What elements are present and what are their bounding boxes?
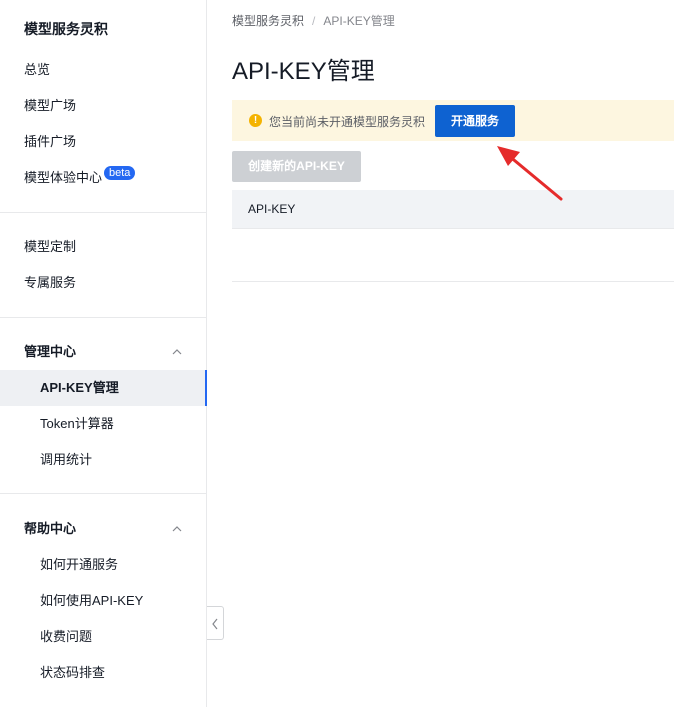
table-divider (232, 281, 674, 282)
breadcrumb-current: API-KEY管理 (323, 14, 395, 28)
sidebar-item-billing-faq[interactable]: 收费问题 (0, 619, 206, 655)
sidebar-item-token-calculator[interactable]: Token计算器 (0, 406, 206, 442)
beta-badge: beta (104, 166, 136, 180)
sidebar-divider (0, 317, 207, 318)
sidebar-item-api-key[interactable]: API-KEY管理 (0, 370, 207, 406)
activation-notice: 您当前尚未开通模型服务灵积 开通服务 (232, 100, 674, 141)
sidebar-divider (0, 493, 207, 494)
sidebar-item-status-code[interactable]: 状态码排查 (0, 655, 206, 691)
sidebar-item-label: 模型体验中心 (24, 170, 103, 185)
sidebar-group-label: 帮助中心 (24, 521, 77, 536)
sidebar: 模型服务灵积 总览 模型广场 插件广场 模型体验中心 beta 模型定制 专属服务… (0, 0, 207, 707)
create-api-key-button[interactable]: 创建新的API-KEY (232, 151, 361, 182)
chevron-up-icon (172, 349, 182, 355)
sidebar-item-how-to-activate[interactable]: 如何开通服务 (0, 547, 206, 583)
column-header-api-key: API-KEY (248, 202, 296, 216)
page-title: API-KEY管理 (232, 58, 375, 85)
breadcrumb-separator: / (312, 14, 316, 28)
sidebar-item-model-custom[interactable]: 模型定制 (0, 229, 206, 265)
annotation-arrow-icon (497, 146, 563, 201)
sidebar-group-label: 管理中心 (24, 344, 77, 359)
sidebar-item-how-to-use-api-key[interactable]: 如何使用API-KEY (0, 583, 206, 619)
sidebar-item-model-experience[interactable]: 模型体验中心 beta (0, 160, 206, 196)
activate-service-button[interactable]: 开通服务 (435, 105, 515, 137)
sidebar-group-manage[interactable]: 管理中心 (0, 334, 206, 370)
sidebar-title: 模型服务灵积 (24, 21, 108, 37)
chevron-up-icon (172, 526, 182, 532)
sidebar-divider (0, 212, 207, 213)
sidebar-item-usage-stats[interactable]: 调用统计 (0, 442, 206, 478)
chevron-left-icon (212, 618, 218, 630)
sidebar-item-plugin-plaza[interactable]: 插件广场 (0, 124, 206, 160)
sidebar-group-help[interactable]: 帮助中心 (0, 511, 206, 547)
api-key-table-header: API-KEY (232, 190, 674, 229)
breadcrumb-root[interactable]: 模型服务灵积 (232, 14, 304, 28)
sidebar-item-overview[interactable]: 总览 (0, 52, 206, 88)
breadcrumb: 模型服务灵积 / API-KEY管理 (232, 12, 395, 29)
sidebar-item-dedicated-service[interactable]: 专属服务 (0, 265, 206, 301)
warning-icon (249, 114, 262, 127)
notice-text: 您当前尚未开通模型服务灵积 (269, 115, 426, 129)
sidebar-collapse-button[interactable] (207, 606, 224, 640)
sidebar-item-model-plaza[interactable]: 模型广场 (0, 88, 206, 124)
